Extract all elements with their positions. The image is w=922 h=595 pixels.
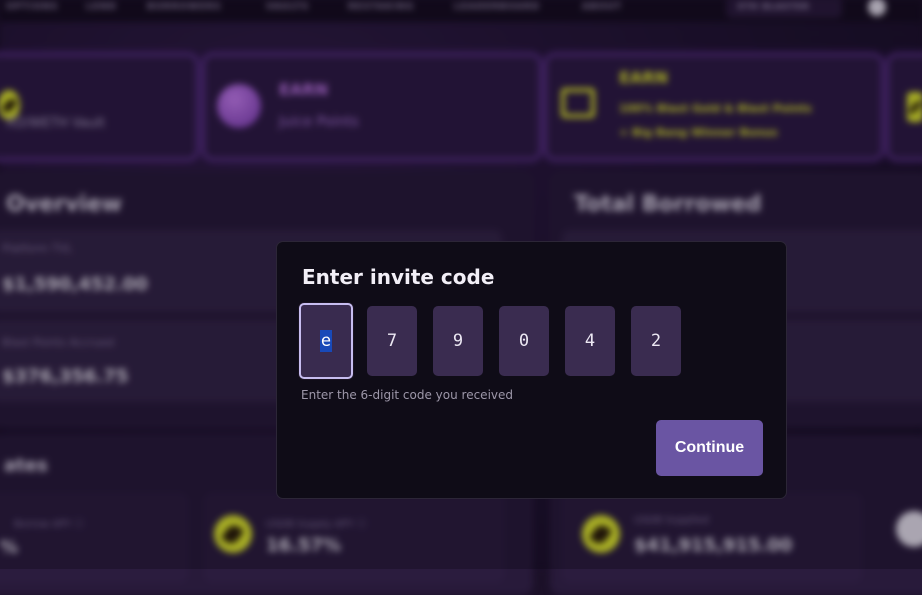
invite-code-modal: Enter invite code e 7 9 0 4 2 Enter the … bbox=[276, 241, 787, 499]
helper-text: Enter the 6-digit code you received bbox=[301, 388, 514, 402]
code-digit-5[interactable]: 4 bbox=[565, 306, 615, 376]
digit-value: 9 bbox=[452, 331, 464, 351]
code-digit-1[interactable]: e bbox=[299, 303, 353, 379]
modal-title: Enter invite code bbox=[302, 265, 495, 289]
code-digit-2[interactable]: 7 bbox=[367, 306, 417, 376]
digit-value: 2 bbox=[650, 331, 662, 351]
code-digit-4[interactable]: 0 bbox=[499, 306, 549, 376]
digit-value: 0 bbox=[518, 331, 530, 351]
digit-value: e bbox=[319, 330, 333, 352]
digit-value: 4 bbox=[584, 331, 596, 351]
digit-value: 7 bbox=[386, 331, 398, 351]
code-digit-3[interactable]: 9 bbox=[433, 306, 483, 376]
continue-button[interactable]: Continue bbox=[656, 420, 763, 476]
code-digit-6[interactable]: 2 bbox=[631, 306, 681, 376]
